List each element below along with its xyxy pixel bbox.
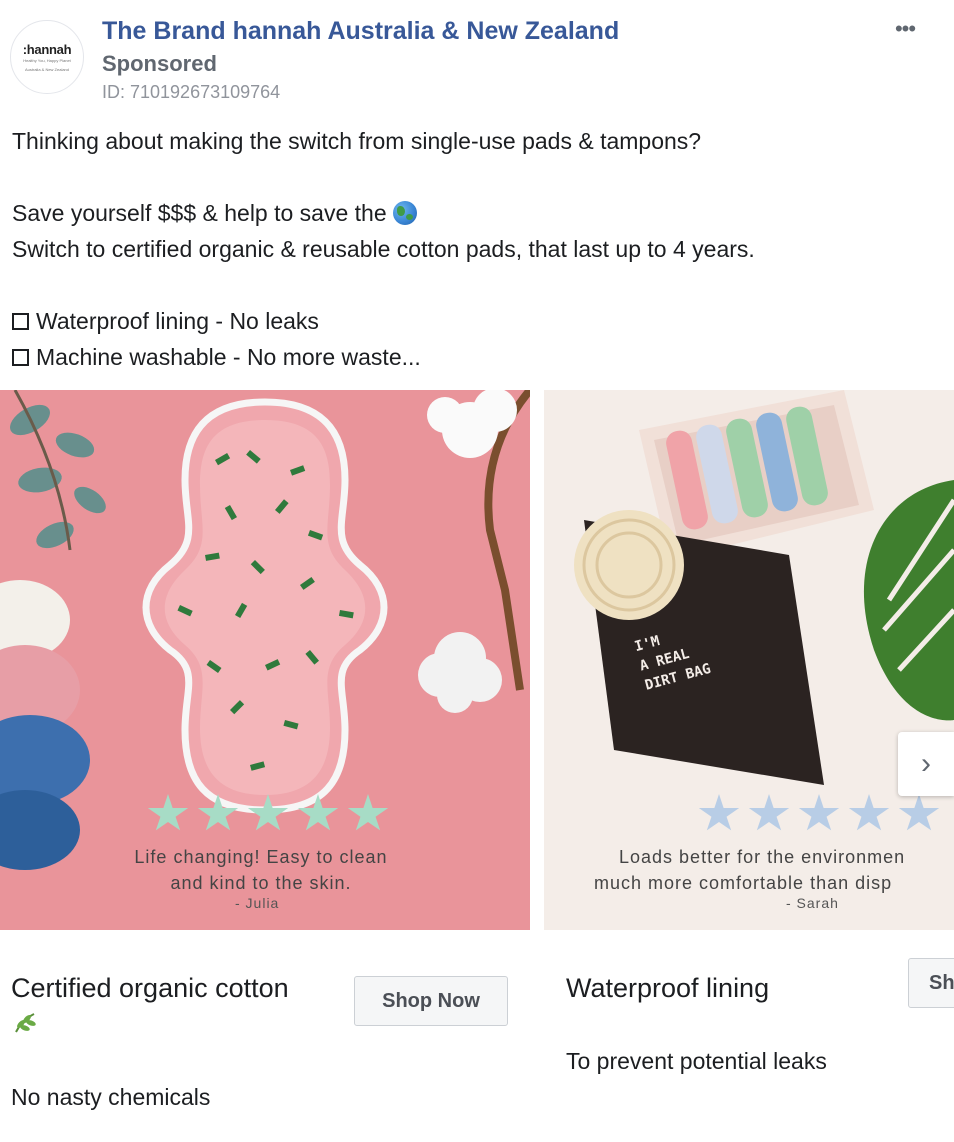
carousel-next-button[interactable]: › (898, 732, 954, 796)
bullet-1-text: Waterproof lining - No leaks (36, 308, 319, 334)
checkbox-icon (12, 313, 29, 330)
review-quote: Loads better for the environmen much mor… (594, 844, 905, 896)
review-author: - Sarah (786, 895, 839, 911)
sponsored-label[interactable]: Sponsored (102, 51, 217, 77)
card-2-description: To prevent potential leaks (566, 1048, 827, 1074)
leaf-icon (12, 1010, 38, 1042)
star-icon (898, 794, 940, 831)
star-icon (748, 794, 790, 831)
shop-now-button[interactable]: Sh (908, 958, 954, 1008)
review-quote: Life changing! Easy to clean and kind to… (116, 844, 406, 896)
shop-now-button[interactable]: Shop Now (354, 976, 508, 1026)
card-1-image[interactable]: Life changing! Easy to clean and kind to… (0, 390, 530, 930)
page-avatar[interactable]: :hannah Healthy You, Happy Planet Austra… (10, 20, 84, 94)
star-icon (347, 794, 389, 831)
post-text-line-2: Save yourself $$$ & help to save the (12, 199, 418, 227)
ad-id: ID: 710192673109764 (102, 82, 281, 102)
star-icon (297, 794, 339, 831)
bullet-1: Waterproof lining - No leaks (12, 307, 319, 335)
more-options-button[interactable]: ••• (890, 16, 920, 46)
avatar-brand: :hannah (22, 42, 72, 57)
carousel-card-2[interactable]: I'M A REAL DIRT BAG Loads better for the… (544, 390, 954, 1142)
post-text-line-2-text: Save yourself $$$ & help to save the (12, 200, 387, 226)
review-quote-line-1: Life changing! Easy to clean (134, 847, 388, 867)
review-quote-line-2: and kind to the skin. (170, 873, 352, 893)
avatar-region: Australia & New Zealand (24, 67, 70, 72)
avatar-tagline: Healthy You, Happy Planet (23, 58, 71, 63)
star-icon (197, 794, 239, 831)
card-1-headline[interactable]: Certified organic cotton (11, 973, 289, 1004)
carousel-card-1[interactable]: Life changing! Easy to clean and kind to… (0, 390, 530, 1142)
star-icon (798, 794, 840, 831)
globe-icon (393, 201, 418, 225)
carousel: Life changing! Easy to clean and kind to… (0, 390, 954, 1142)
post-text-line-3: Switch to certified organic & reusable c… (12, 236, 755, 262)
bullet-2-text: Machine washable - No more waste... (36, 344, 421, 370)
card-2-image[interactable]: I'M A REAL DIRT BAG Loads better for the… (544, 390, 954, 930)
card-1-description: No nasty chemicals (11, 1084, 211, 1110)
star-icon (698, 794, 740, 831)
chevron-right-icon: › (921, 747, 931, 780)
star-icon (247, 794, 289, 831)
rating-stars (698, 794, 940, 834)
star-icon (848, 794, 890, 831)
review-quote-line-1: Loads better for the environmen (619, 847, 906, 867)
card-2-headline[interactable]: Waterproof lining (566, 973, 769, 1004)
bullet-2: Machine washable - No more waste... (12, 343, 421, 371)
post-text-line-1: Thinking about making the switch from si… (12, 128, 702, 154)
page-name-link[interactable]: The Brand hannah Australia & New Zealand (102, 17, 619, 46)
star-icon (147, 794, 189, 831)
rating-stars (147, 794, 389, 834)
review-quote-line-2: much more comfortable than disp (594, 873, 893, 893)
review-author: - Julia (235, 895, 280, 911)
checkbox-icon (12, 349, 29, 366)
